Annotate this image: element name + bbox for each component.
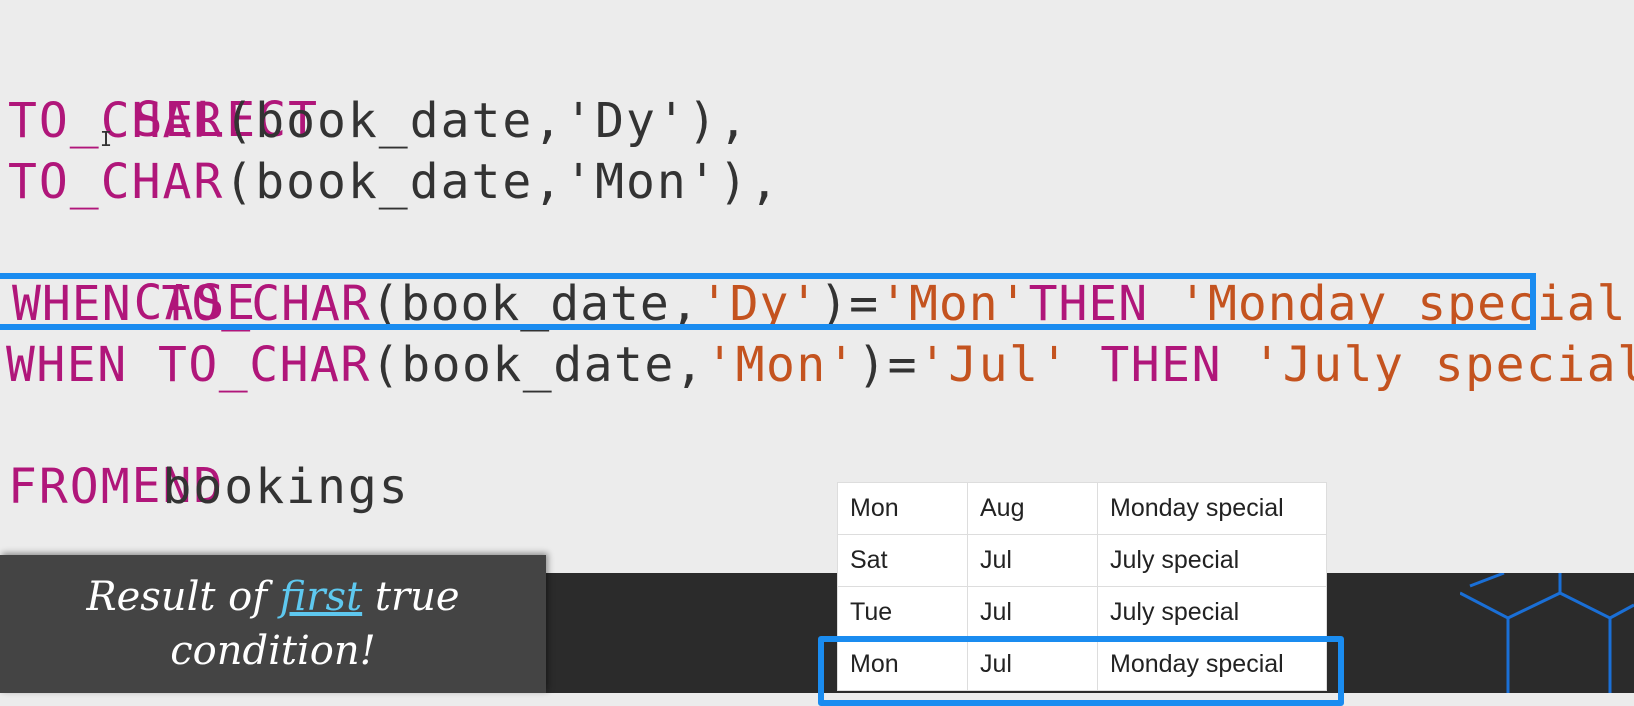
caption-box: Result of first true condition! — [0, 555, 546, 693]
code-args: (book_date,'Mon'), — [224, 154, 781, 210]
cell-label: July special — [1097, 586, 1327, 639]
caption-part-1: Result of — [86, 574, 280, 620]
string-literal: 'Mon' — [705, 337, 858, 393]
keyword-from: FROM — [8, 459, 132, 515]
cell-label: Monday special — [1097, 482, 1327, 535]
keyword-when: WHEN — [6, 337, 128, 393]
cell-month: Jul — [967, 586, 1098, 639]
code-line-to-char-mon: TO_CHAR(book_date,'Mon'), — [8, 152, 780, 212]
table-name: bookings — [131, 459, 410, 515]
hexagon-pattern-icon — [1460, 573, 1634, 693]
cell-day: Mon — [837, 482, 968, 535]
code-line-when-2: WHEN TO_CHAR(book_date,'Mon')='Jul' THEN… — [6, 335, 1634, 395]
highlight-box-result-row — [818, 636, 1344, 706]
keyword-to-char: TO_CHAR — [158, 337, 371, 393]
cell-month: Jul — [967, 534, 1098, 587]
caption-text: Result of first true condition! — [43, 570, 503, 678]
string-literal: 'July special' — [1252, 337, 1634, 393]
code-line-from: FROM bookings — [8, 457, 410, 517]
caption-emphasis: first — [279, 574, 363, 620]
table-row: Tue Jul July special — [837, 586, 1327, 639]
cell-day: Sat — [837, 534, 968, 587]
code-operator: )= — [857, 337, 918, 393]
code-line-to-char-dy: TO_CHAR(book_date,'Dy'), — [8, 91, 750, 151]
code-args: (book_date, — [370, 337, 706, 393]
keyword-to-char: TO_CHAR — [8, 154, 225, 210]
highlight-box-first-when — [0, 273, 1536, 330]
cell-label: July special — [1097, 534, 1327, 587]
cell-day: Tue — [837, 586, 968, 639]
table-row: Sat Jul July special — [837, 534, 1327, 587]
cell-month: Aug — [967, 482, 1098, 535]
string-literal: 'Jul' — [917, 337, 1070, 393]
code-args: (book_date,'Dy'), — [224, 93, 750, 149]
table-row: Mon Aug Monday special — [837, 482, 1327, 535]
keyword-to-char: TO_CHAR — [8, 93, 225, 149]
keyword-then: THEN — [1069, 337, 1253, 393]
text-cursor-icon: I — [100, 127, 113, 151]
